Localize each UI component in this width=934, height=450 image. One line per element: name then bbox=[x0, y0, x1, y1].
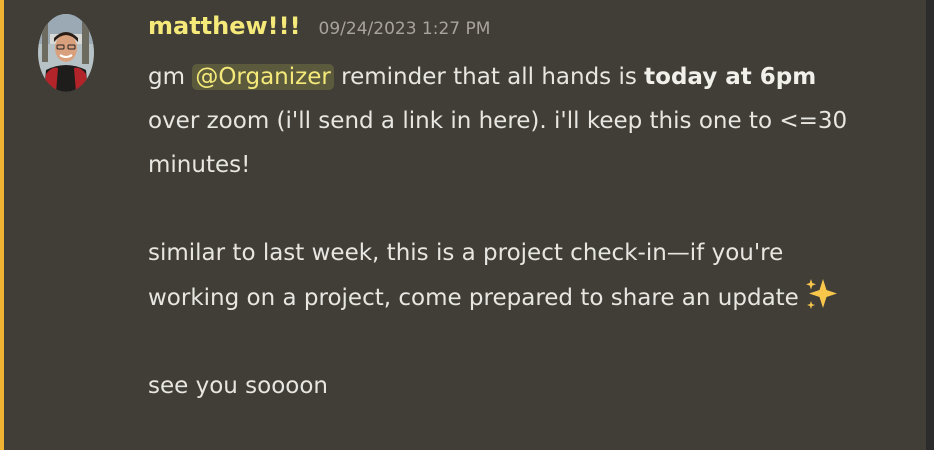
sparkles-icon bbox=[805, 279, 837, 309]
text-prefix: gm bbox=[148, 64, 193, 90]
avatar[interactable] bbox=[38, 14, 94, 92]
mention-highlight-bar bbox=[0, 0, 4, 450]
text-reminder: reminder that all hands is bbox=[333, 64, 645, 90]
text-checkin: similar to last week, this is a project … bbox=[148, 240, 799, 311]
message-paragraph-3: see you soooon bbox=[148, 364, 848, 408]
message-paragraph-1: gm @Organizer reminder that all hands is… bbox=[148, 55, 848, 187]
sparkles-emoji-icon[interactable] bbox=[803, 275, 841, 313]
message-header: matthew!!! 09/24/2023 1:27 PM bbox=[148, 12, 490, 52]
timestamp[interactable]: 09/24/2023 1:27 PM bbox=[319, 19, 491, 39]
avatar-photo-icon bbox=[38, 14, 94, 92]
chat-message[interactable]: matthew!!! 09/24/2023 1:27 PM gm @Organi… bbox=[0, 0, 930, 450]
message-content: gm @Organizer reminder that all hands is… bbox=[148, 55, 848, 408]
role-mention[interactable]: @Organizer bbox=[192, 64, 334, 90]
username[interactable]: matthew!!! bbox=[148, 12, 301, 40]
avatar-image[interactable] bbox=[38, 14, 94, 92]
chat-viewport: matthew!!! 09/24/2023 1:27 PM gm @Organi… bbox=[0, 0, 934, 450]
text-signoff: see you soooon bbox=[148, 373, 329, 399]
bold-time: today at 6pm bbox=[644, 64, 817, 90]
message-paragraph-2: similar to last week, this is a project … bbox=[148, 231, 848, 320]
